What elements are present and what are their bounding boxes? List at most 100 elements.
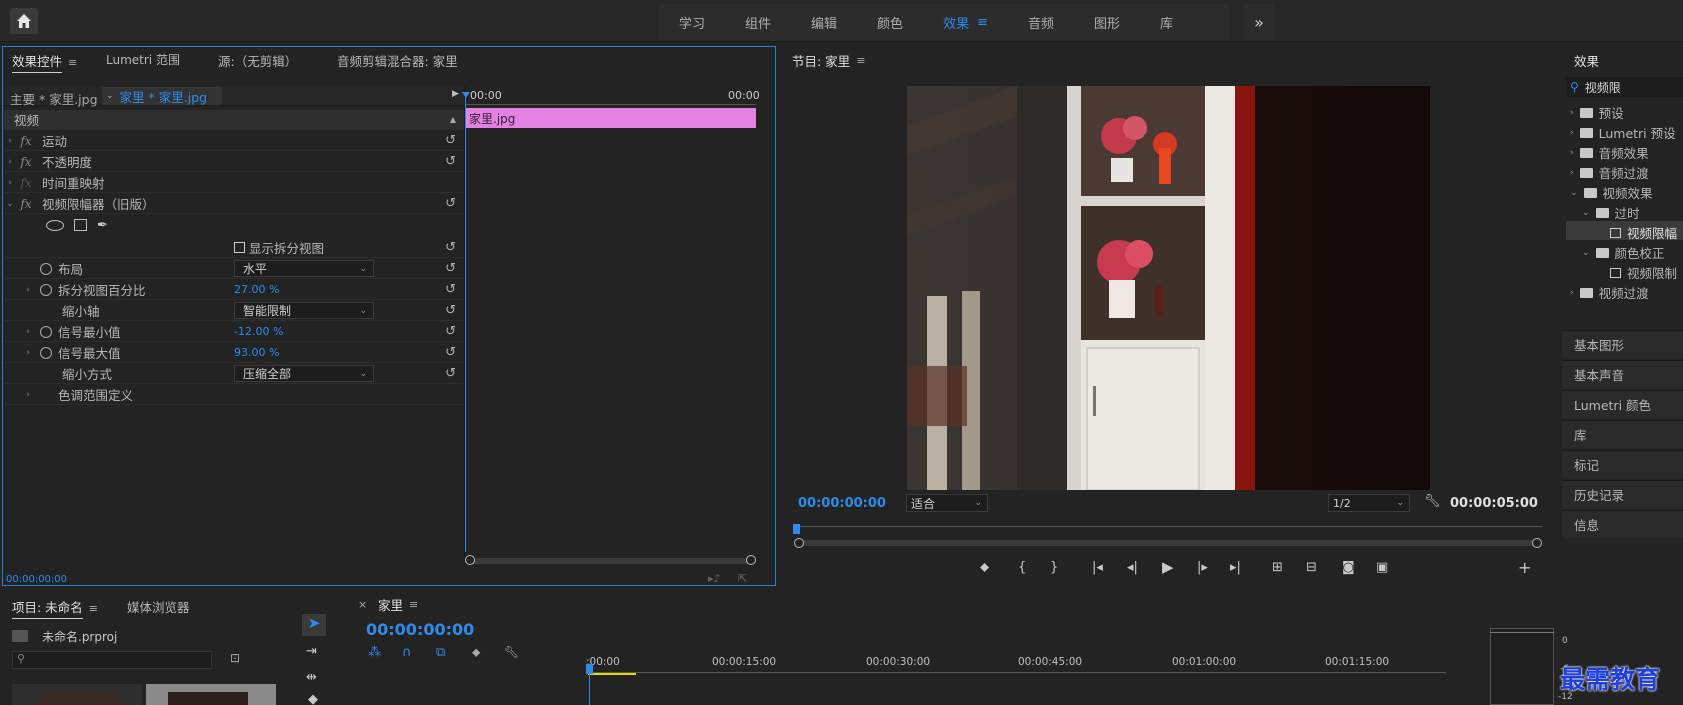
workspace-tab-learn[interactable]: 学习 (659, 13, 725, 32)
chevron-right-icon[interactable]: › (22, 390, 34, 400)
reset-icon[interactable]: ↺ (445, 303, 456, 318)
playhead[interactable] (465, 92, 466, 552)
reset-icon[interactable]: ↺ (445, 324, 456, 339)
chevron-right-icon[interactable]: › (4, 157, 16, 167)
menu-icon[interactable]: ≡ (409, 598, 418, 611)
step-forward-icon[interactable]: |▸ (1197, 560, 1208, 575)
mark-out-icon[interactable]: } (1050, 560, 1058, 575)
tree-item-lumetri-presets[interactable]: › Lumetri 预设 (1570, 123, 1676, 142)
work-area-bar[interactable] (588, 673, 636, 675)
panel-essential-sound[interactable]: 基本声音 (1562, 360, 1683, 388)
reset-icon[interactable]: ↺ (445, 133, 456, 148)
layout-dropdown[interactable]: 水平 ⌄ (234, 260, 374, 277)
menu-icon[interactable]: ≡ (856, 54, 865, 67)
fit-dropdown[interactable]: 适合 ⌄ (906, 494, 988, 512)
effect-row-motion[interactable]: › fx 运动 ↺ (4, 131, 464, 151)
effect-row-video-limiter[interactable]: ⌄ fx 视频限幅器（旧版） ↺ (4, 194, 464, 214)
tab-sequence[interactable]: 家里 ≡ (378, 595, 418, 614)
effects-search-input[interactable]: ⚲ 视频限 (1566, 77, 1683, 97)
reset-icon[interactable]: ↺ (445, 196, 456, 211)
scroll-handle-right[interactable] (1532, 538, 1542, 548)
tab-source[interactable]: 源:（无剪辑） (218, 51, 297, 70)
menu-icon[interactable]: ≡ (68, 56, 77, 69)
menu-icon[interactable]: ≡ (89, 602, 98, 615)
ec-zoom-scrollbar[interactable] (466, 558, 756, 564)
tab-audio-clip-mixer[interactable]: 音频剪辑混合器: 家里 (337, 51, 458, 70)
reset-icon[interactable]: ↺ (445, 282, 456, 297)
linked-selection-icon[interactable]: ⧉ (436, 645, 445, 660)
effects-panel-title[interactable]: 效果 (1574, 51, 1599, 70)
panel-essential-graphics[interactable]: 基本图形 (1562, 330, 1683, 358)
go-to-out-icon[interactable]: ▸| (1230, 560, 1241, 575)
signal-max-value[interactable]: 93.00 % (234, 346, 279, 359)
chevron-down-icon[interactable]: ⌄ (4, 199, 16, 209)
reset-icon[interactable]: ↺ (445, 366, 456, 381)
reduce-method-dropdown[interactable]: 压缩全部 ⌄ (234, 365, 374, 382)
stopwatch-icon[interactable] (40, 346, 52, 359)
stopwatch-icon[interactable] (40, 325, 52, 338)
clip-bar[interactable]: 家里.jpg (465, 108, 756, 128)
monitor-playhead[interactable] (793, 524, 800, 534)
close-icon[interactable]: × (358, 598, 367, 611)
go-to-in-icon[interactable]: |◂ (1092, 560, 1103, 575)
wrench-icon[interactable]: 🔧︎ (1424, 494, 1441, 509)
wrench-icon[interactable]: 🔧︎ (504, 645, 519, 659)
tab-media-browser[interactable]: 媒体浏览器 (127, 597, 190, 616)
fx-icon[interactable]: fx (16, 197, 36, 211)
panel-lumetri-color[interactable]: Lumetri 颜色 (1562, 390, 1683, 418)
sequence-playhead[interactable] (589, 672, 590, 705)
reset-icon[interactable]: ↺ (445, 240, 456, 255)
reset-icon[interactable]: ↺ (445, 345, 456, 360)
filter-icon[interactable]: ▸♪ (708, 572, 721, 585)
stopwatch-icon[interactable] (40, 283, 52, 296)
collapse-icon[interactable]: ▲ (450, 115, 456, 124)
chevron-right-icon[interactable]: › (4, 136, 16, 146)
chevron-right-icon[interactable]: › (22, 327, 34, 337)
workspace-tab-audio[interactable]: 音频 (1008, 13, 1074, 32)
add-button-icon[interactable]: + (1518, 558, 1531, 577)
play-icon[interactable]: ▶ (1162, 558, 1174, 576)
tree-item-audio-transitions[interactable]: › 音频过渡 (1570, 163, 1649, 182)
razor-tool-icon[interactable]: ◆ (308, 692, 318, 705)
panel-markers[interactable]: 标记 (1562, 450, 1683, 478)
workspace-tab-graphics[interactable]: 图形 (1074, 13, 1140, 32)
nest-toggle-icon[interactable]: ⁂ (368, 645, 381, 660)
tree-item-video-effects[interactable]: ⌄ 视频效果 (1570, 183, 1653, 202)
chevron-right-icon[interactable]: › (22, 285, 34, 295)
tree-item-video-limiter-obsolete[interactable]: 视频限幅 (1610, 223, 1677, 242)
resolution-dropdown[interactable]: 1/2 ⌄ (1328, 494, 1410, 512)
add-marker-icon[interactable]: ⬥ (472, 645, 480, 660)
selection-tool-icon[interactable]: ➤ (302, 614, 326, 636)
menu-icon[interactable]: ≡ (977, 15, 988, 30)
workspace-tab-effects[interactable]: 效果 ≡ (923, 13, 1008, 32)
scroll-handle-left[interactable] (465, 555, 475, 565)
fx-icon[interactable]: fx (16, 155, 36, 169)
split-percent-value[interactable]: 27.00 % (234, 283, 279, 296)
workspace-tab-assembly[interactable]: 组件 (725, 13, 791, 32)
signal-min-value[interactable]: -12.00 % (234, 325, 283, 338)
master-clip-label[interactable]: 主要 * 家里.jpg (10, 89, 98, 108)
rectangle-mask-icon[interactable] (74, 219, 87, 231)
stopwatch-icon[interactable] (40, 262, 52, 275)
tree-item-presets[interactable]: › 预设 (1570, 103, 1624, 122)
tab-lumetri-scopes[interactable]: Lumetri 范围 (106, 51, 180, 68)
workspace-tab-editing[interactable]: 编辑 (791, 13, 857, 32)
tree-item-video-transitions[interactable]: › 视频过渡 (1570, 283, 1649, 302)
export-frame-icon[interactable]: ◙ (1342, 560, 1355, 575)
play-only-clip-icon[interactable]: ▶ (452, 89, 459, 99)
tree-item-color-correction[interactable]: ⌄ 颜色校正 (1582, 243, 1665, 262)
home-button[interactable] (10, 8, 38, 34)
extract-icon[interactable]: ⊟ (1306, 560, 1317, 575)
step-back-icon[interactable]: ◂| (1127, 560, 1138, 575)
project-search-input[interactable]: ⚲ (12, 651, 212, 669)
split-view-checkbox[interactable] (234, 242, 245, 253)
new-bin-from-search-icon[interactable]: ⊡ (230, 651, 240, 665)
effect-row-opacity[interactable]: › fx 不透明度 ↺ (4, 152, 464, 172)
track-select-tool-icon[interactable]: ⇥ (306, 644, 317, 659)
playhead-handle[interactable] (462, 92, 470, 98)
fx-icon[interactable]: fx (16, 134, 36, 148)
mark-in-icon[interactable]: { (1018, 560, 1026, 575)
reduce-axis-dropdown[interactable]: 智能限制 ⌄ (234, 302, 374, 319)
panel-info[interactable]: 信息 (1562, 510, 1683, 538)
add-marker-icon[interactable]: ⬥ (980, 560, 989, 575)
